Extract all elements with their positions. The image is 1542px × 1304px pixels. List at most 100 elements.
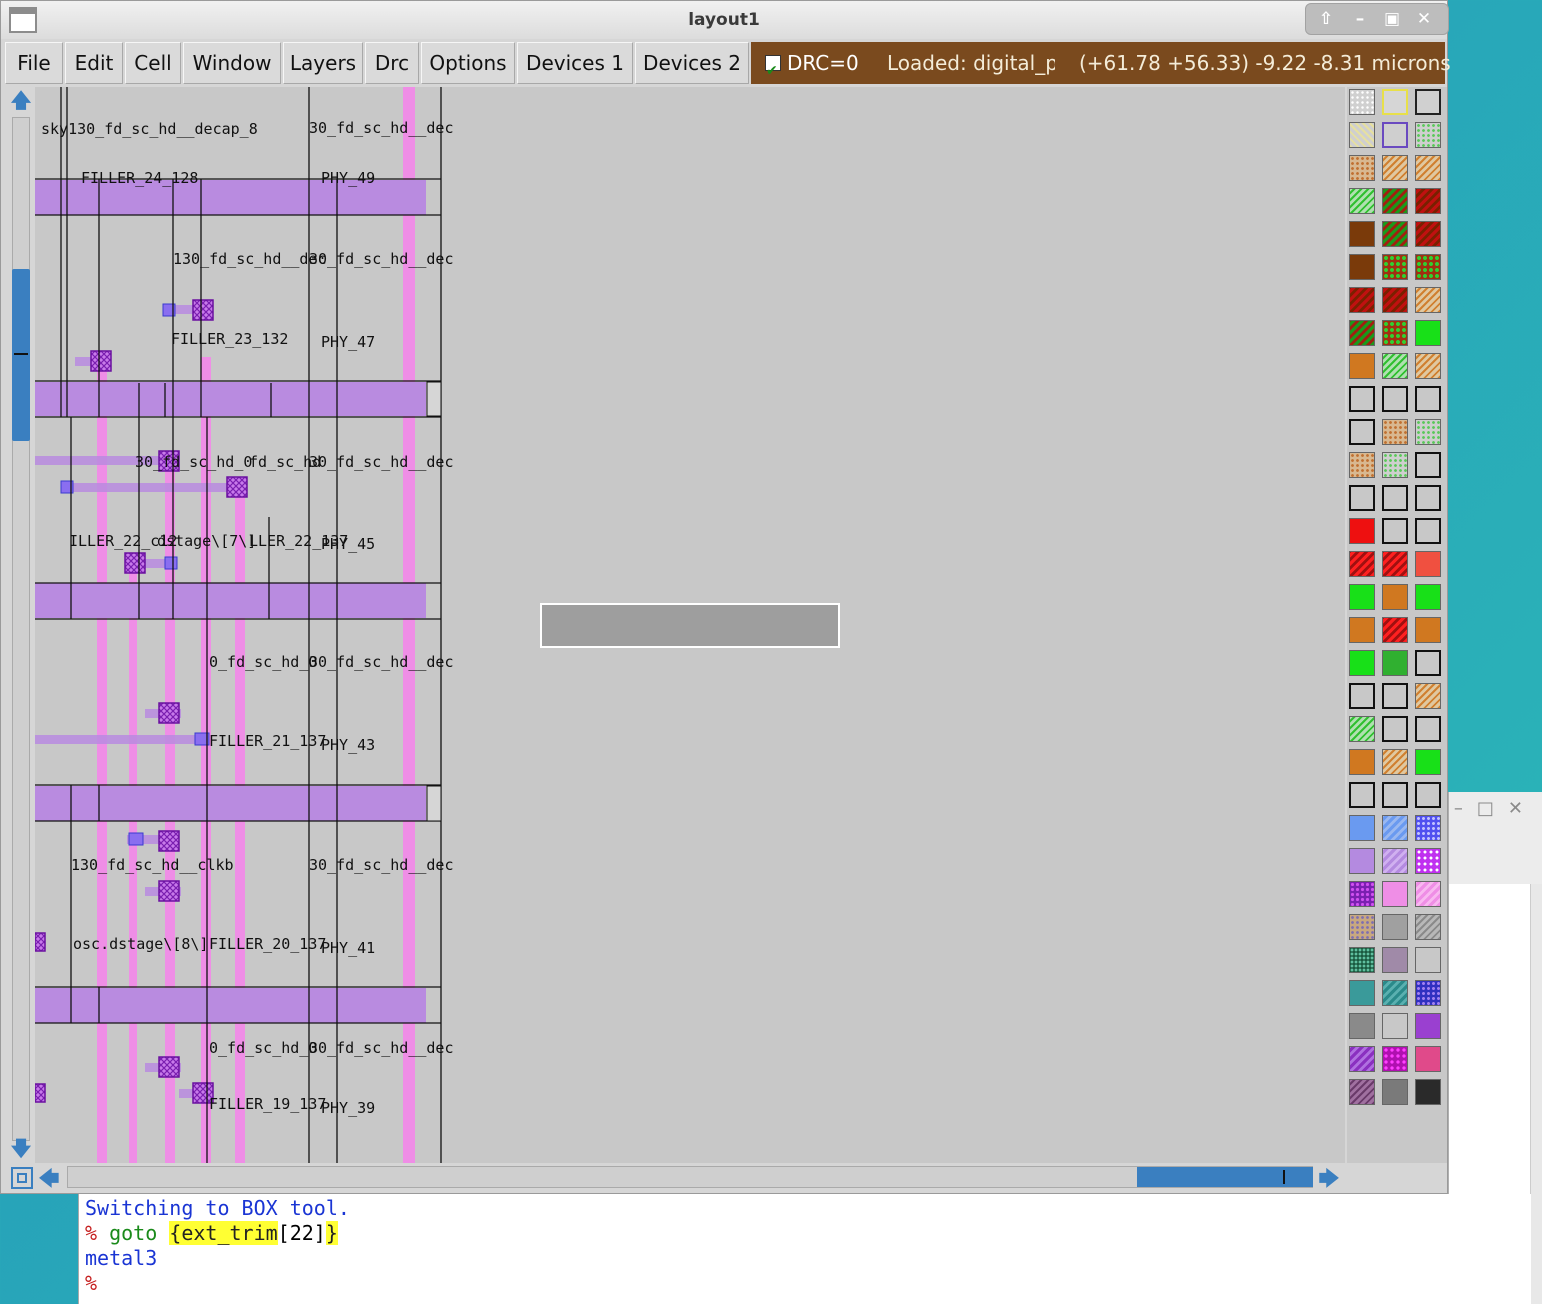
layer-swatch[interactable] [1382, 320, 1408, 346]
layer-swatch[interactable] [1415, 518, 1441, 544]
layer-swatch[interactable] [1415, 122, 1441, 148]
tcl-console[interactable]: Switching to BOX tool. % goto {ext_trim[… [78, 1194, 1531, 1304]
drc-toggle[interactable]: DRC=0 [751, 42, 865, 92]
layer-swatch[interactable] [1349, 716, 1375, 742]
layer-swatch[interactable] [1415, 749, 1441, 775]
layer-swatch[interactable] [1349, 287, 1375, 313]
layer-swatch[interactable] [1382, 617, 1408, 643]
layer-swatch[interactable] [1382, 122, 1408, 148]
layer-swatch[interactable] [1349, 386, 1375, 412]
background-window-controls[interactable]: –□✕ [1454, 798, 1537, 819]
layer-swatch[interactable] [1382, 155, 1408, 181]
layer-swatch[interactable] [1382, 1079, 1408, 1105]
layer-swatch[interactable] [1382, 551, 1408, 577]
layer-swatch[interactable] [1349, 848, 1375, 874]
layer-swatch[interactable] [1415, 947, 1441, 973]
layer-swatch[interactable] [1349, 254, 1375, 280]
layer-swatch[interactable] [1382, 914, 1408, 940]
layer-swatch[interactable] [1415, 683, 1441, 709]
horizontal-scroll-track[interactable] [67, 1166, 1313, 1188]
layer-swatch[interactable] [1382, 188, 1408, 214]
maximize-icon[interactable]: ▣ [1380, 7, 1404, 31]
layer-swatch[interactable] [1382, 386, 1408, 412]
layer-swatch[interactable] [1349, 551, 1375, 577]
layer-swatch[interactable] [1415, 287, 1441, 313]
layer-swatch[interactable] [1415, 1046, 1441, 1072]
layer-swatch[interactable] [1382, 1046, 1408, 1072]
layer-swatch[interactable] [1349, 1079, 1375, 1105]
layer-swatch[interactable] [1415, 650, 1441, 676]
vertical-scrollbar[interactable]: 🡅 🡇 [9, 87, 35, 1163]
menu-layers[interactable]: Layers [283, 42, 363, 84]
minimize-icon[interactable]: – [1348, 7, 1372, 31]
layer-swatch[interactable] [1349, 782, 1375, 808]
menu-devices-2[interactable]: Devices 2 [635, 42, 749, 84]
arrow-right-icon[interactable]: 🡆 [1317, 1165, 1341, 1191]
layer-swatch[interactable] [1382, 419, 1408, 445]
layer-swatch[interactable] [1382, 1013, 1408, 1039]
layer-swatch[interactable] [1349, 89, 1375, 115]
layer-swatch[interactable] [1349, 419, 1375, 445]
layer-swatch[interactable] [1415, 815, 1441, 841]
layer-swatch[interactable] [1349, 485, 1375, 511]
background-console-scrollbar[interactable] [1530, 884, 1542, 1304]
layer-swatch[interactable] [1415, 452, 1441, 478]
layer-swatch[interactable] [1415, 353, 1441, 379]
restore-up-icon[interactable]: ⇧ [1314, 7, 1338, 31]
menu-devices-1[interactable]: Devices 1 [517, 42, 633, 84]
layer-swatch[interactable] [1349, 452, 1375, 478]
layer-swatch[interactable] [1349, 584, 1375, 610]
layer-swatch[interactable] [1349, 881, 1375, 907]
layer-swatch[interactable] [1415, 848, 1441, 874]
layer-swatch[interactable] [1415, 221, 1441, 247]
arrow-up-icon[interactable]: 🡅 [9, 87, 33, 113]
horizontal-scrollbar[interactable]: 🡄 🡆 [9, 1163, 1345, 1193]
layer-swatch[interactable] [1349, 122, 1375, 148]
menu-drc[interactable]: Drc [365, 42, 419, 84]
layer-swatch[interactable] [1349, 914, 1375, 940]
box-tool-selection[interactable] [540, 603, 840, 648]
menu-file[interactable]: File [5, 42, 63, 84]
layer-swatch[interactable] [1382, 749, 1408, 775]
layer-swatch[interactable] [1382, 452, 1408, 478]
layer-swatch[interactable] [1382, 287, 1408, 313]
layer-swatch[interactable] [1382, 848, 1408, 874]
layer-swatch[interactable] [1415, 155, 1441, 181]
layer-swatch[interactable] [1415, 584, 1441, 610]
layer-swatch[interactable] [1382, 485, 1408, 511]
layer-swatch[interactable] [1415, 551, 1441, 577]
zoom-box-icon[interactable] [11, 1167, 33, 1189]
layer-swatch[interactable] [1415, 89, 1441, 115]
layer-swatch[interactable] [1349, 353, 1375, 379]
layer-swatch[interactable] [1382, 650, 1408, 676]
layer-swatch[interactable] [1415, 980, 1441, 1006]
layer-swatch[interactable] [1382, 584, 1408, 610]
layer-swatch[interactable] [1382, 518, 1408, 544]
layer-swatch[interactable] [1349, 518, 1375, 544]
layer-swatch[interactable] [1382, 716, 1408, 742]
layer-swatch[interactable] [1349, 980, 1375, 1006]
menu-cell[interactable]: Cell [125, 42, 181, 84]
checkbox-icon[interactable] [765, 50, 781, 92]
arrow-down-icon[interactable]: 🡇 [9, 1135, 33, 1161]
layer-swatch[interactable] [1349, 155, 1375, 181]
close-icon[interactable]: ✕ [1412, 7, 1436, 31]
layer-swatch[interactable] [1349, 320, 1375, 346]
menu-window[interactable]: Window [183, 42, 281, 84]
vertical-scroll-thumb[interactable] [12, 269, 30, 441]
horizontal-scroll-thumb[interactable] [1137, 1167, 1313, 1187]
layer-swatch[interactable] [1382, 881, 1408, 907]
layer-swatch[interactable] [1415, 716, 1441, 742]
layer-swatch[interactable] [1382, 980, 1408, 1006]
layer-swatch[interactable] [1349, 1013, 1375, 1039]
layer-swatch[interactable] [1349, 815, 1375, 841]
layer-swatch[interactable] [1349, 683, 1375, 709]
layer-swatch[interactable] [1382, 89, 1408, 115]
layer-swatch[interactable] [1382, 947, 1408, 973]
layer-swatch[interactable] [1415, 617, 1441, 643]
layer-swatch[interactable] [1415, 419, 1441, 445]
layer-swatch[interactable] [1415, 254, 1441, 280]
layer-swatch[interactable] [1349, 1046, 1375, 1072]
layer-swatch[interactable] [1415, 485, 1441, 511]
layer-swatch[interactable] [1349, 650, 1375, 676]
